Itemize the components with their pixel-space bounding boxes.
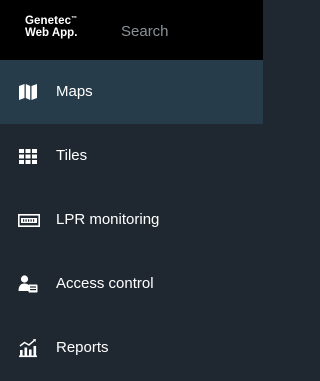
sidebar-item-label: Maps: [56, 83, 93, 100]
map-icon: [18, 82, 38, 102]
genetec-logo[interactable]: Genetec™ Web App.: [25, 15, 77, 39]
logo-brand-text: Genetec: [25, 15, 72, 27]
report-chart-icon: [18, 338, 38, 358]
sidebar-item-label: Tiles: [56, 147, 88, 164]
license-plate-icon: [18, 210, 40, 230]
sidebar-item-label: Reports: [56, 339, 109, 356]
logo-product-text: Web App.: [25, 27, 78, 39]
sidebar-item-reports[interactable]: Reports: [0, 316, 263, 380]
sidebar-item-lpr-monitoring[interactable]: LPR monitoring: [0, 188, 263, 252]
sidebar-item-maps[interactable]: Maps: [0, 60, 263, 124]
sidebar-item-label: Access control: [56, 275, 154, 292]
sidebar-item-access-control[interactable]: Access control: [0, 252, 263, 316]
user-badge-icon: [18, 274, 38, 294]
sidebar-nav: Maps Tiles LPR monitoring Access control…: [0, 60, 263, 380]
search-input[interactable]: [121, 19, 251, 43]
sidebar-item-label: LPR monitoring: [56, 211, 160, 228]
app-window: Genetec™ Web App. Maps: [0, 0, 263, 381]
top-bar: Genetec™ Web App.: [0, 0, 263, 60]
sidebar-item-tiles[interactable]: Tiles: [0, 124, 263, 188]
logo-trademark: ™: [71, 16, 78, 22]
grid-icon: [18, 146, 38, 166]
